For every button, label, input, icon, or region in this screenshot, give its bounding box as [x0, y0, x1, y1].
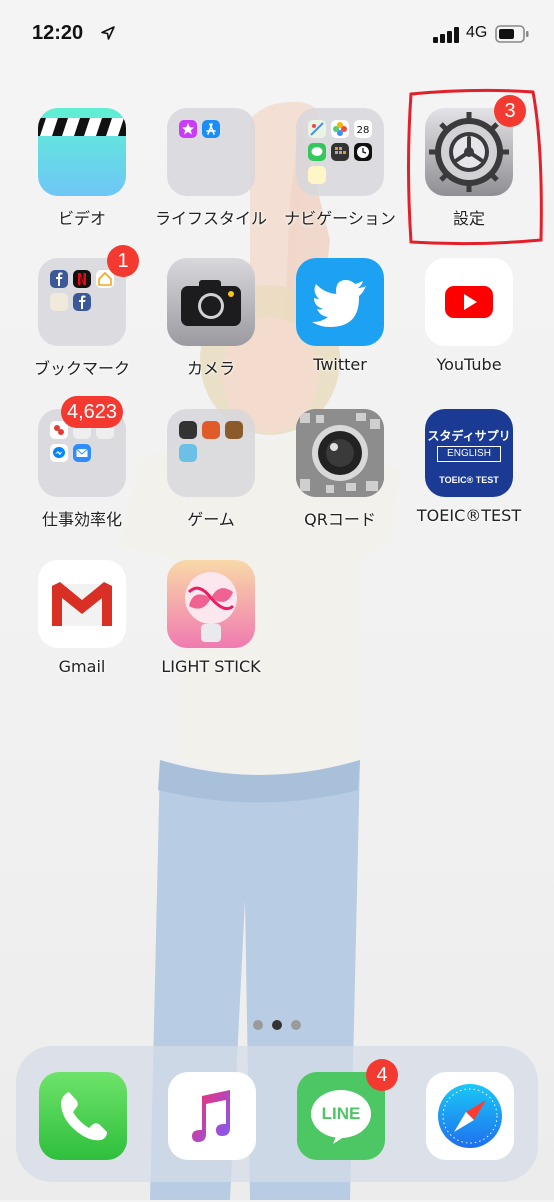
phone-icon — [39, 1072, 127, 1160]
dock-app-music[interactable] — [147, 1072, 277, 1202]
folder-lifestyle[interactable]: ライフスタイル — [146, 108, 276, 238]
game-mini-icon — [202, 421, 220, 439]
folder-productivity[interactable]: 4,623 仕事効率化 — [17, 396, 147, 539]
qr-camera-icon — [296, 409, 384, 497]
photos-mini-icon — [331, 120, 349, 138]
app-label: QRコード — [304, 510, 376, 529]
itunes-store-mini-icon — [179, 120, 197, 138]
videos-clapperboard-icon — [38, 108, 126, 196]
game-mini-icon — [225, 421, 243, 439]
netflix-mini-icon — [73, 270, 91, 288]
page-indicator[interactable] — [0, 1020, 554, 1030]
app-label: LIGHT STICK — [161, 657, 261, 676]
app-label: カメラ — [186, 359, 235, 378]
app-qr-code[interactable]: QRコード — [275, 409, 405, 539]
page-dot[interactable] — [253, 1020, 263, 1030]
location-arrow-icon — [101, 26, 115, 40]
folder-navigation[interactable]: 28 ナビゲーション — [275, 108, 405, 238]
app-label: Twitter — [313, 355, 367, 374]
clock-mini-icon — [354, 143, 372, 161]
mail-mini-icon — [73, 444, 91, 462]
dock-app-phone[interactable] — [18, 1072, 148, 1202]
music-note-icon — [168, 1072, 256, 1160]
maps-mini-icon — [308, 120, 326, 138]
youtube-play-icon — [425, 258, 513, 346]
messenger-mini-icon — [50, 444, 68, 462]
twitter-bird-icon — [296, 258, 384, 346]
app-videos[interactable]: ビデオ — [17, 108, 147, 238]
studysapuri-test: TOEIC® TEST — [439, 475, 499, 485]
app-label: ブックマーク — [33, 359, 130, 378]
app-camera[interactable]: カメラ — [146, 258, 276, 388]
dock-app-line[interactable]: LINE 4 — [276, 1059, 406, 1202]
line-logo-text: LINE — [321, 1104, 361, 1123]
dock: LINE 4 — [16, 1046, 538, 1182]
notes-mini-icon — [308, 166, 326, 184]
app-twitter[interactable]: Twitter — [275, 258, 405, 388]
dock-app-safari[interactable] — [405, 1072, 535, 1202]
camera-icon — [167, 258, 255, 346]
folder-icon — [167, 409, 255, 497]
app-label: 仕事効率化 — [41, 510, 122, 529]
folder-icon: 28 — [296, 108, 384, 196]
page-dot[interactable] — [291, 1020, 301, 1030]
app-label: ビデオ — [57, 209, 106, 228]
status-time: 12:20 — [32, 22, 84, 44]
app-gmail[interactable]: Gmail — [17, 560, 147, 690]
highlight-annotation — [407, 88, 543, 246]
gmail-icon — [38, 560, 126, 648]
status-bar: 12:20 4G — [0, 0, 554, 70]
folder-icon — [167, 108, 255, 196]
calculator-mini-icon — [331, 143, 349, 161]
network-type: 4G — [466, 24, 488, 41]
app-label: ゲーム — [187, 510, 235, 529]
studysapuri-icon: スタディサプリ ENGLISH TOEIC® TEST — [425, 409, 513, 497]
app-youtube[interactable]: YouTube — [404, 258, 534, 388]
notification-badge: 4,623 — [61, 396, 124, 428]
folder-bookmarks[interactable]: 1 ブックマーク — [17, 245, 147, 388]
app-label: ライフスタイル — [154, 209, 267, 228]
lightstick-icon — [167, 560, 255, 648]
page-dot-active[interactable] — [272, 1020, 282, 1030]
notification-badge: 1 — [107, 245, 139, 277]
calendar-mini-icon: 28 — [354, 120, 372, 138]
app-label: YouTube — [436, 355, 502, 374]
folder-games[interactable]: ゲーム — [146, 409, 276, 539]
studysapuri-english: ENGLISH — [437, 446, 501, 462]
facebook-mini-icon — [50, 270, 68, 288]
game-mini-icon — [179, 421, 197, 439]
app-label: TOEIC®TEST — [416, 506, 522, 525]
studysapuri-title: スタディサプリ — [427, 429, 511, 443]
app-toeic[interactable]: スタディサプリ ENGLISH TOEIC® TEST TOEIC®TEST — [404, 409, 534, 539]
safari-compass-icon — [426, 1072, 514, 1160]
battery-icon — [495, 25, 529, 43]
app-mini-icon — [50, 293, 68, 311]
app-label: ナビゲーション — [284, 209, 396, 228]
notification-badge: 4 — [366, 1059, 398, 1091]
app-label: Gmail — [58, 657, 106, 676]
cellular-signal-icon — [433, 27, 459, 43]
app-store-mini-icon — [202, 120, 220, 138]
game-mini-icon — [179, 444, 197, 462]
app-light-stick[interactable]: LIGHT STICK — [146, 560, 276, 690]
facebook-mini-icon — [73, 293, 91, 311]
messages-mini-icon — [308, 143, 326, 161]
